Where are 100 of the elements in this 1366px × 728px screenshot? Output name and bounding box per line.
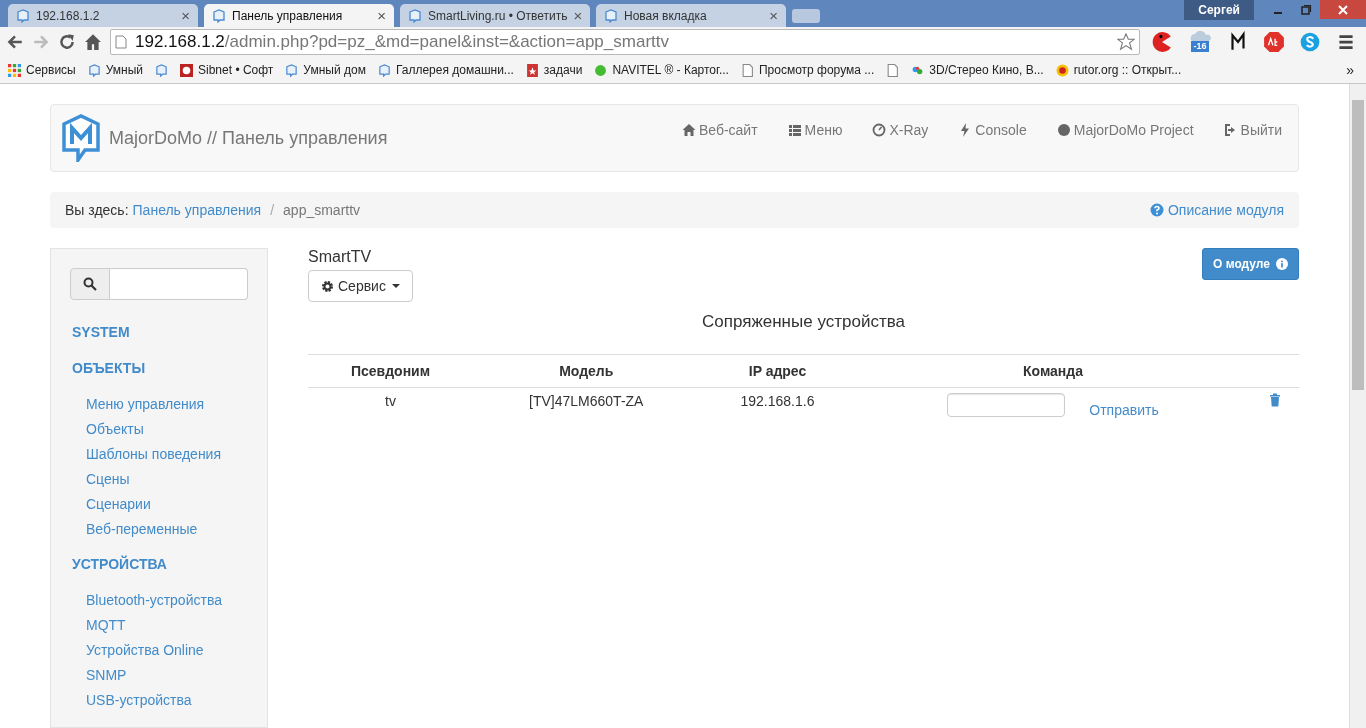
column-header: IP адрес <box>699 354 856 388</box>
bookmark[interactable]: Умный <box>87 63 143 77</box>
apps-grid-icon <box>8 63 21 77</box>
page-icon <box>115 35 127 49</box>
table-cell: tv <box>308 387 474 423</box>
bookmark[interactable] <box>155 63 168 77</box>
info-icon <box>1276 258 1288 270</box>
sidebar-item[interactable]: Объекты <box>86 421 248 437</box>
profile-name[interactable]: Сергей <box>1184 0 1254 20</box>
more-bookmarks-button[interactable]: » <box>1346 62 1354 78</box>
star-badge-icon <box>1055 63 1069 77</box>
send-link[interactable]: Отправить <box>1089 402 1159 418</box>
bookmark[interactable]: Sibnet • Софт <box>180 63 274 77</box>
service-dropdown-button[interactable]: Сервис <box>308 270 413 302</box>
nav-link[interactable]: Меню <box>787 122 843 138</box>
nav-link[interactable]: Выйти <box>1223 122 1282 138</box>
sidebar-item[interactable]: Bluetooth-устройства <box>86 592 248 608</box>
address-bar[interactable]: 192.168.1.2/admin.php?pd=pz_&md=panel&inst=&action=app_smarttv <box>110 29 1140 55</box>
tab-title: SmartLiving.ru • Ответить <box>428 8 568 23</box>
disc-icon <box>180 63 193 77</box>
close-icon[interactable] <box>1320 0 1366 19</box>
command-input[interactable] <box>947 393 1066 417</box>
sidebar-item[interactable]: MQTT <box>86 617 248 633</box>
bookmark[interactable]: 3D/Стерео Кино, В... <box>911 63 1044 77</box>
cloud-icon <box>1189 31 1211 41</box>
bookmark[interactable]: Сервисы <box>8 63 76 77</box>
breadcrumb-link[interactable]: Панель управления <box>132 202 262 218</box>
tab-close-button[interactable]: × <box>181 7 190 24</box>
sidebar-item[interactable]: Шаблоны поведения <box>86 446 248 462</box>
section-heading: Сопряженные устройства <box>701 312 906 332</box>
list-icon <box>787 123 802 137</box>
tab-close-button[interactable]: × <box>573 7 583 24</box>
tab-title: 192.168.1.2 <box>36 8 101 23</box>
m-logo-icon <box>285 63 299 77</box>
nav-link[interactable]: Console <box>958 122 1027 138</box>
sidebar-item[interactable]: USB-устройства <box>86 692 248 708</box>
search-button[interactable] <box>70 268 110 300</box>
star-icon[interactable] <box>1117 33 1135 51</box>
back-icon[interactable] <box>6 33 24 51</box>
page-icon <box>886 63 900 77</box>
tab-title: Панель управления <box>232 8 344 23</box>
sidebar-item[interactable]: Сцены <box>86 471 248 487</box>
browser-tab[interactable]: SmartLiving.ru • Ответить × <box>400 4 590 27</box>
m-logo-icon <box>604 8 618 23</box>
bookmark[interactable] <box>886 63 900 77</box>
home-icon <box>681 123 696 137</box>
column-header: Модель <box>473 354 700 388</box>
sidebar-item[interactable]: Веб-переменные <box>86 521 248 537</box>
nav-link[interactable]: X-Ray <box>872 122 929 138</box>
table-cell: [TV]47LM660T-ZA <box>473 387 700 423</box>
majordomo-logo-icon <box>61 114 101 162</box>
sidebar-item[interactable]: Устройства Online <box>86 642 248 658</box>
m-logo-icon <box>155 63 168 77</box>
bookmark[interactable]: Просмотр форума ... <box>740 63 875 77</box>
breadcrumb-separator: / <box>270 202 275 218</box>
tab-close-button[interactable]: × <box>769 7 778 24</box>
nav-link[interactable]: Веб-сайт <box>681 122 758 138</box>
sidebar-section[interactable]: УСТРОЙСТВА <box>72 556 248 572</box>
pacman-icon[interactable] <box>1151 31 1173 53</box>
help-link[interactable]: Описание модуля <box>1149 202 1284 218</box>
skype-icon[interactable] <box>1299 31 1321 53</box>
module-title: SmartTV <box>308 248 373 266</box>
browser-tab[interactable]: 192.168.1.2 × <box>8 4 198 27</box>
bookmark[interactable]: Галлерея домашни... <box>377 63 514 77</box>
reload-icon[interactable] <box>58 33 76 51</box>
weather-extension[interactable]: -16 <box>1187 31 1213 53</box>
column-header: Команда <box>855 354 1251 388</box>
tab-close-button[interactable]: × <box>377 7 386 24</box>
bookmark[interactable]: Умный дом <box>285 63 366 77</box>
adblock-icon[interactable] <box>1263 31 1285 53</box>
browser-tab[interactable]: Панель управления × <box>204 4 394 27</box>
sidebar-item[interactable]: Сценарии <box>86 496 248 512</box>
bookmark[interactable]: rutor.org :: Открыт... <box>1055 63 1182 77</box>
about-module-button[interactable]: О модуле <box>1202 248 1299 280</box>
sidebar-item[interactable]: Меню управления <box>86 396 248 412</box>
m-logo-icon <box>408 8 422 23</box>
gear-icon <box>321 279 334 293</box>
scrollbar[interactable] <box>1349 84 1366 728</box>
search-icon <box>83 277 97 291</box>
m-logo-icon <box>212 8 226 23</box>
search-field[interactable] <box>110 268 248 300</box>
sidebar-item[interactable]: SNMP <box>86 667 248 683</box>
brand-title[interactable]: MajorDoMo // Панель управления <box>109 127 388 149</box>
m-logo-icon <box>87 63 101 77</box>
column-header: Псевдоним <box>308 354 474 388</box>
browser-tab[interactable]: Новая вкладка × <box>596 4 786 27</box>
help-icon <box>1149 203 1164 217</box>
sidebar-section[interactable]: SYSTEM <box>72 324 248 340</box>
gauge-icon <box>872 123 887 137</box>
page-icon <box>740 63 754 77</box>
bookmark[interactable]: задачи <box>525 63 583 77</box>
nav-link[interactable]: MajorDoMo Project <box>1056 122 1194 138</box>
star-icon <box>525 63 539 77</box>
sidebar-section[interactable]: ОБЪЕКТЫ <box>72 360 248 376</box>
table-cell: 192.168.1.6 <box>699 387 856 423</box>
m-logo-icon <box>377 63 391 77</box>
bookmark[interactable]: NAVITEL ® - Картог... <box>594 63 729 77</box>
breadcrumb-current: app_smarttv <box>283 202 361 218</box>
home-icon[interactable] <box>84 33 102 51</box>
trash-icon[interactable] <box>1268 393 1281 407</box>
